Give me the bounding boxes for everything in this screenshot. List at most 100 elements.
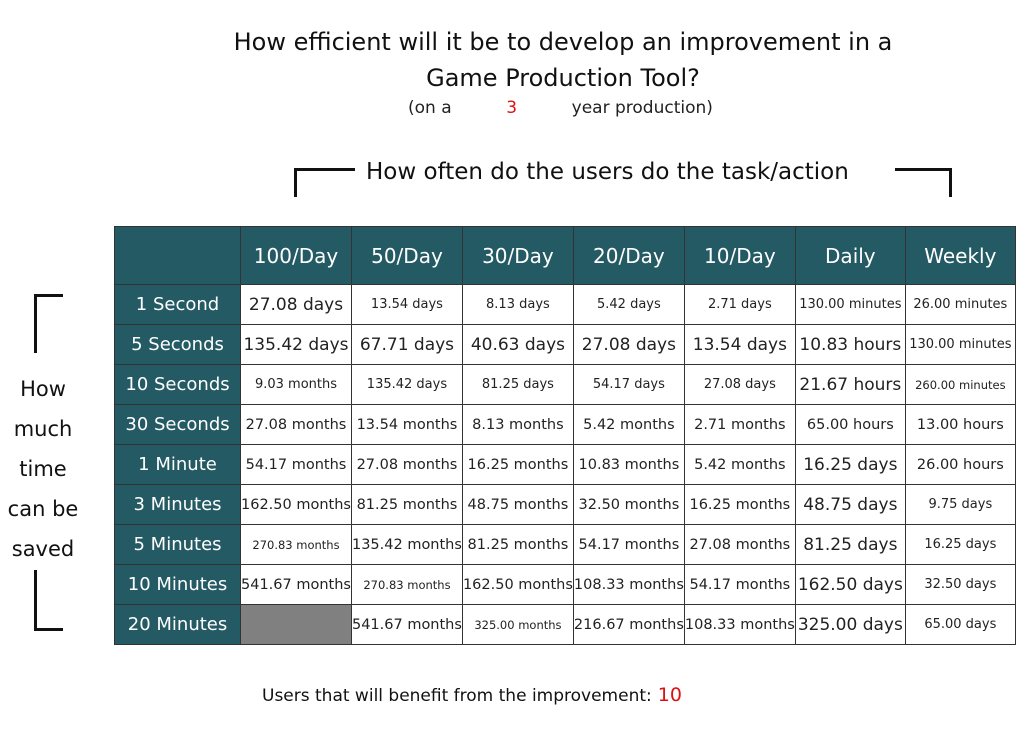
table-cell: 26.00 minutes	[904, 284, 1016, 325]
column-header: Weekly	[904, 226, 1016, 285]
table-row: 30 Seconds 27.08 months 13.54 months 8.13 m…	[114, 404, 1016, 445]
row-header: 10 Seconds	[114, 364, 241, 405]
row-header: 5 Minutes	[114, 524, 241, 565]
table-cell: 13.54 days	[683, 324, 796, 365]
production-length: (on a 3 year production)	[408, 98, 713, 118]
table-cell: 10.83 months	[572, 444, 685, 485]
table-cell: 162.50 months	[240, 484, 352, 525]
table-cell: 216.67 months	[572, 604, 685, 645]
table-cell: 2.71 days	[683, 284, 796, 325]
table-cell: 81.25 months	[350, 484, 463, 525]
table-cell: 8.13 days	[461, 284, 574, 325]
table-cell: 81.25 days	[794, 524, 906, 565]
table-cell: 162.50 days	[794, 564, 906, 605]
table-cell: 32.50 days	[904, 564, 1016, 605]
table-cell: 67.71 days	[350, 324, 463, 365]
table-cell: 40.63 days	[461, 324, 574, 365]
row-axis-word: much	[13, 417, 73, 441]
table-cell: 27.08 days	[572, 324, 685, 365]
users-benefit-label: Users that will benefit from the improve…	[262, 686, 652, 706]
table-cell: 13.54 days	[350, 284, 463, 325]
table-cell: 130.00 minutes	[904, 324, 1016, 365]
table-cell: 108.33 months	[683, 604, 796, 645]
table-cell: 108.33 months	[572, 564, 685, 605]
table-row: 1 Second 27.08 days 13.54 days 8.13 days 5.4…	[114, 284, 1016, 325]
table-row: 3 Minutes 162.50 months 81.25 months 48.75 …	[114, 484, 1016, 525]
table-cell: 5.42 months	[683, 444, 796, 485]
row-axis-word: saved	[11, 537, 75, 561]
table-row: 5 Minutes 270.83 months 135.42 months 81.25…	[114, 524, 1016, 565]
table-body: 1 Second 27.08 days 13.54 days 8.13 days 5.4…	[114, 284, 1016, 645]
table-cell: 48.75 days	[794, 484, 906, 525]
years-value: 3	[506, 98, 518, 118]
title-line-1: How efficient will it be to develop an i…	[233, 28, 893, 56]
table-cell: 16.25 months	[461, 444, 574, 485]
table-cell: 135.42 days	[240, 324, 352, 365]
table-cell: 65.00 hours	[794, 404, 906, 445]
column-axis: How often do the users do the task/actio…	[294, 159, 952, 200]
table-cell: 54.17 days	[572, 364, 685, 405]
table-row: 10 Minutes 541.67 months 270.83 months 162.…	[114, 564, 1016, 605]
table-corner	[114, 226, 241, 285]
table-cell: 270.83 months	[240, 524, 352, 565]
users-benefit: Users that will benefit from the improve…	[262, 684, 682, 706]
table-cell: 541.67 months	[350, 604, 463, 645]
table-header: 100/Day 50/Day 30/Day 20/Day 10/Day Daily Week…	[114, 226, 1016, 285]
table-cell: 2.71 months	[683, 404, 796, 445]
users-value: 10	[657, 684, 682, 706]
table-cell: 270.83 months	[350, 564, 463, 605]
column-header: 10/Day	[683, 226, 796, 285]
table-cell: 16.25 days	[904, 524, 1016, 565]
column-header: 30/Day	[461, 226, 574, 285]
row-header: 10 Minutes	[114, 564, 241, 605]
table-cell: 65.00 days	[904, 604, 1016, 645]
table-row: 5 Seconds 135.42 days 67.71 days 40.63 days…	[114, 324, 1016, 365]
row-bracket-bottom	[34, 570, 63, 631]
table-cell: 9.03 months	[240, 364, 352, 405]
row-header: 5 Seconds	[114, 324, 241, 365]
table-cell: 162.50 months	[461, 564, 574, 605]
column-axis-label: How often do the users do the task/actio…	[366, 159, 849, 185]
empty-cell	[240, 604, 352, 645]
table-cell: 13.00 hours	[904, 404, 1016, 445]
title-line-2: Game Production Tool?	[426, 64, 700, 92]
row-header: 30 Seconds	[114, 404, 241, 445]
table-cell: 13.54 months	[350, 404, 463, 445]
table-cell: 16.25 days	[794, 444, 906, 485]
column-bracket-left	[294, 168, 355, 197]
table-cell: 135.42 days	[350, 364, 463, 405]
row-axis-word: time	[19, 457, 67, 481]
table-row: 20 Minutes 541.67 months 325.00 months 216.…	[114, 604, 1016, 645]
table-cell: 260.00 minutes	[904, 364, 1016, 405]
table-cell: 5.42 days	[572, 284, 685, 325]
column-bracket-right	[895, 168, 952, 197]
row-header: 3 Minutes	[114, 484, 241, 525]
table-cell: 27.08 days	[240, 284, 352, 325]
table-cell: 5.42 months	[572, 404, 685, 445]
table-cell: 81.25 months	[461, 524, 574, 565]
column-header: 50/Day	[350, 226, 463, 285]
table-cell: 16.25 months	[683, 484, 796, 525]
table-cell: 541.67 months	[240, 564, 352, 605]
row-axis: How much time can be saved	[0, 292, 90, 632]
table-cell: 48.75 months	[461, 484, 574, 525]
table-cell: 27.08 months	[350, 444, 463, 485]
row-header: 1 Minute	[114, 444, 241, 485]
table-cell: 32.50 months	[572, 484, 685, 525]
column-header: Daily	[794, 226, 906, 285]
table-cell: 10.83 hours	[794, 324, 906, 365]
row-axis-word: can be	[7, 497, 79, 521]
table-cell: 54.17 months	[683, 564, 796, 605]
column-header: 20/Day	[572, 226, 685, 285]
subtitle-suffix: year production)	[571, 98, 713, 118]
table-cell: 54.17 months	[240, 444, 352, 485]
table-cell: 325.00 months	[461, 604, 574, 645]
table-cell: 81.25 days	[461, 364, 574, 405]
table-cell: 8.13 months	[461, 404, 574, 445]
table-cell: 9.75 days	[904, 484, 1016, 525]
time-savings-table: 100/Day 50/Day 30/Day 20/Day 10/Day Daily Week…	[114, 226, 1016, 645]
table-cell: 26.00 hours	[904, 444, 1016, 485]
column-header: 100/Day	[240, 226, 352, 285]
table-cell: 130.00 minutes	[794, 284, 906, 325]
table-row: 1 Minute 54.17 months 27.08 months 16.25 mo…	[114, 444, 1016, 485]
